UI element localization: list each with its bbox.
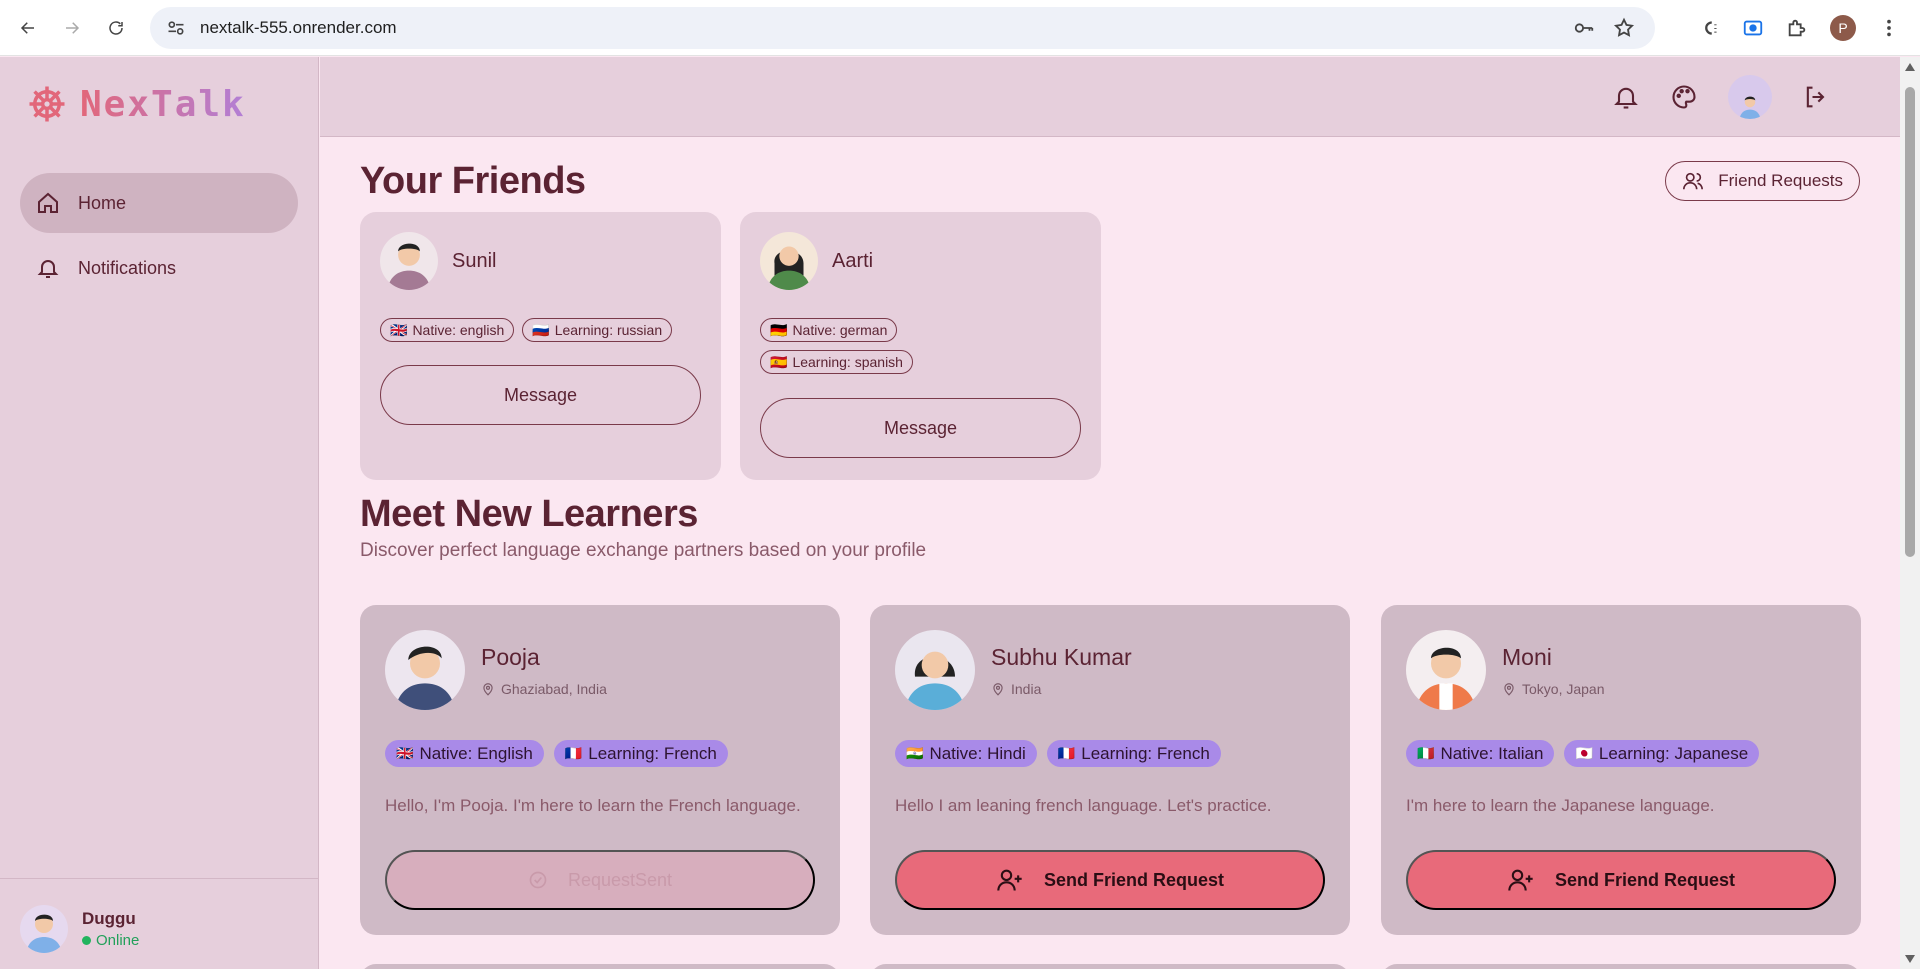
learner-card: Subhu Kumar India 🇮🇳 Native: Hindi 🇫🇷 Lear…: [870, 605, 1350, 935]
learner-bio: I'm here to learn the Japanese language.: [1406, 796, 1715, 815]
forward-icon[interactable]: [56, 12, 88, 44]
sidebar-divider: [0, 878, 319, 879]
sidebar: NexTalk Home Notifications Duggu Online: [0, 57, 319, 969]
screen-capture-icon[interactable]: [1742, 17, 1764, 39]
check-circle-icon: [529, 871, 547, 889]
send-friend-request-button[interactable]: Send Friend Request: [1406, 850, 1836, 910]
native-language-badge: 🇬🇧 Native: english: [380, 318, 515, 342]
app-name: NexTalk: [80, 83, 246, 125]
learner-location: Tokyo, Japan: [1502, 681, 1605, 697]
learning-language-badge: 🇪🇸 Learning: spanish: [760, 350, 913, 374]
palette-icon[interactable]: [1670, 83, 1698, 111]
avatar: [380, 232, 438, 290]
friend-card: Aarti 🇩🇪 Native: german 🇪🇸 Learning: spani…: [740, 212, 1101, 480]
avatar: [760, 232, 818, 290]
app-logo[interactable]: NexTalk: [26, 83, 246, 125]
user-status: Online: [82, 932, 139, 949]
home-icon: [38, 192, 58, 213]
message-button[interactable]: Message: [760, 398, 1081, 458]
learner-name: Pooja: [481, 643, 540, 670]
section-subtitle: Discover perfect language exchange partn…: [360, 540, 927, 561]
section-title-friends: Your Friends: [360, 160, 586, 202]
learner-name: Moni: [1502, 643, 1552, 670]
scroll-up-icon[interactable]: [1905, 63, 1915, 71]
send-friend-request-button[interactable]: Send Friend Request: [895, 850, 1325, 910]
native-language-badge: 🇮🇹 Native: Italian: [1406, 740, 1555, 767]
users-icon: [1683, 172, 1704, 190]
learner-card: Moni Tokyo, Japan 🇮🇹 Native: Italian 🇯🇵 Le…: [1381, 605, 1861, 935]
address-bar[interactable]: nextalk-555.onrender.com: [150, 7, 1655, 49]
topbar: [320, 57, 1900, 137]
user-plus-icon: [997, 869, 1022, 891]
map-pin-icon: [1504, 682, 1514, 696]
native-language-badge: 🇬🇧 Native: English: [385, 740, 544, 767]
native-language-badge: 🇮🇳 Native: Hindi: [895, 740, 1037, 767]
back-icon[interactable]: [12, 12, 44, 44]
request-sent-button[interactable]: RequestSent: [385, 850, 815, 910]
url-text[interactable]: nextalk-555.onrender.com: [200, 18, 397, 38]
puzzle-icon[interactable]: [1786, 17, 1808, 39]
learning-language-badge: 🇯🇵 Learning: Japanese: [1564, 740, 1760, 767]
kebab-menu-icon[interactable]: [1878, 17, 1900, 39]
friend-requests-button[interactable]: Friend Requests: [1665, 161, 1860, 201]
learner-card: Pooja Ghaziabad, India 🇬🇧 Native: English…: [360, 605, 840, 935]
learner-bio: Hello I am leaning french language. Let'…: [895, 796, 1272, 815]
learner-card: [360, 964, 840, 969]
avatar: [895, 630, 975, 710]
learner-card: [870, 964, 1350, 969]
site-settings-icon[interactable]: [166, 18, 186, 38]
avatar: [385, 630, 465, 710]
friend-name: Aarti: [832, 249, 874, 272]
bell-icon[interactable]: [1612, 83, 1640, 111]
friend-name: Sunil: [452, 249, 497, 272]
sidebar-item-label: Notifications: [78, 257, 177, 278]
browser-toolbar: nextalk-555.onrender.com P: [0, 0, 1920, 56]
native-language-badge: 🇩🇪 Native: german: [760, 318, 898, 342]
bell-icon: [37, 260, 59, 278]
learner-location: Ghaziabad, India: [481, 681, 607, 697]
avatar[interactable]: [1728, 75, 1772, 119]
current-user: Duggu Online: [20, 905, 139, 953]
section-title-learners: Meet New Learners: [360, 493, 698, 535]
learning-language-badge: 🇷🇺 Learning: russian: [522, 318, 673, 342]
online-dot: [82, 936, 91, 945]
avatar: [20, 905, 68, 953]
message-button[interactable]: Message: [380, 365, 701, 425]
logout-icon[interactable]: [1802, 83, 1830, 111]
learning-language-badge: 🇫🇷 Learning: French: [553, 740, 728, 767]
map-pin-icon: [483, 682, 493, 696]
sidebar-item-notifications[interactable]: Notifications: [20, 238, 298, 298]
friend-card: Sunil 🇬🇧 Native: english 🇷🇺 Learning: russ…: [360, 212, 721, 480]
scroll-thumb[interactable]: [1905, 87, 1915, 557]
scroll-down-icon[interactable]: [1905, 955, 1915, 963]
browser-profile-avatar[interactable]: P: [1830, 15, 1856, 41]
user-name: Duggu: [82, 909, 136, 928]
avatar: [1406, 630, 1486, 710]
key-icon[interactable]: [1573, 17, 1595, 39]
reload-icon[interactable]: [100, 12, 132, 44]
learner-bio: Hello, I'm Pooja. I'm here to learn the …: [385, 796, 801, 815]
page-scrollbar[interactable]: [1900, 57, 1920, 969]
sidebar-item-label: Home: [78, 192, 127, 213]
main-content: Your Friends Friend Requests Sunil 🇬🇧 Nat…: [320, 138, 1900, 969]
learning-language-badge: 🇫🇷 Learning: French: [1046, 740, 1221, 767]
learner-card: [1381, 964, 1861, 969]
extension-c-icon[interactable]: [1698, 17, 1720, 39]
map-pin-icon: [993, 682, 1003, 696]
learner-name: Subhu Kumar: [991, 643, 1132, 670]
ship-wheel-icon: [29, 86, 65, 122]
user-plus-icon: [1508, 869, 1533, 891]
sidebar-item-home[interactable]: Home: [20, 173, 298, 233]
learner-location: India: [991, 681, 1132, 697]
star-icon[interactable]: [1613, 17, 1635, 39]
